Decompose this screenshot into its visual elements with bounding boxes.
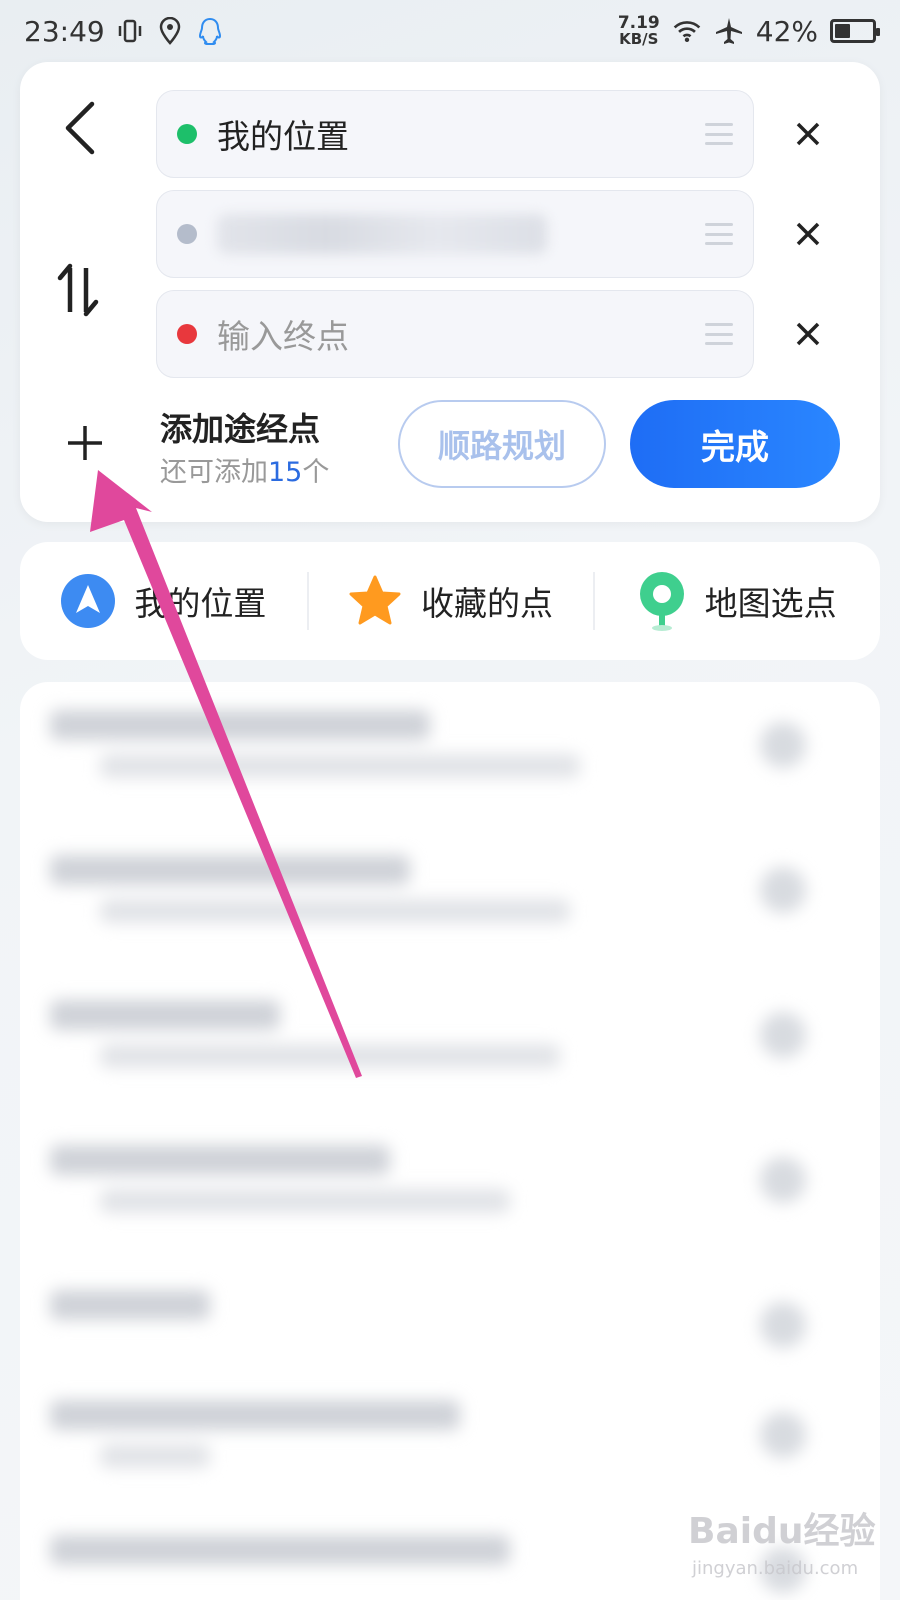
waypoint-via-field[interactable] bbox=[156, 190, 754, 278]
close-icon bbox=[796, 122, 820, 146]
airplane-icon bbox=[714, 16, 744, 46]
waypoint-start-field[interactable]: 我的位置 bbox=[156, 90, 754, 178]
history-item[interactable] bbox=[20, 982, 880, 1092]
remove-end-button[interactable] bbox=[788, 314, 828, 354]
remove-via-button[interactable] bbox=[788, 214, 828, 254]
location-icon bbox=[155, 16, 185, 46]
wifi-icon bbox=[672, 16, 702, 46]
close-icon bbox=[796, 222, 820, 246]
end-input-placeholder: 输入终点 bbox=[217, 317, 349, 356]
drag-handle-icon[interactable] bbox=[705, 223, 733, 245]
watermark: Baidu经验 jingyan.baidu.com bbox=[688, 1511, 876, 1579]
quick-pick-favorites[interactable]: 收藏的点 bbox=[306, 542, 594, 660]
star-icon bbox=[349, 575, 401, 625]
history-item[interactable] bbox=[20, 1272, 880, 1382]
drag-handle-icon[interactable] bbox=[705, 123, 733, 145]
drag-handle-icon[interactable] bbox=[705, 323, 733, 345]
battery-icon bbox=[830, 19, 880, 43]
chevron-left-icon bbox=[65, 101, 95, 155]
add-waypoint-remaining: 还可添加15个 bbox=[160, 457, 330, 488]
add-waypoint-title: 添加途经点 bbox=[160, 410, 321, 448]
history-item[interactable] bbox=[20, 1127, 880, 1237]
quick-pick-my-location[interactable]: 我的位置 bbox=[20, 542, 307, 660]
battery-percent: 42% bbox=[755, 14, 818, 48]
history-item[interactable] bbox=[20, 1382, 880, 1492]
vibrate-icon bbox=[115, 16, 145, 46]
quick-pick-bar: 我的位置 收藏的点 地图选点 bbox=[20, 542, 880, 660]
net-speed: 7.19 KB/S bbox=[617, 13, 660, 48]
done-button[interactable]: 完成 bbox=[630, 400, 840, 488]
plus-icon bbox=[68, 426, 102, 460]
swap-button[interactable] bbox=[56, 262, 104, 318]
add-waypoint-button[interactable]: 添加途经点 还可添加15个 bbox=[60, 400, 420, 490]
quick-pick-map-select[interactable]: 地图选点 bbox=[593, 542, 880, 660]
end-dot bbox=[177, 324, 197, 344]
status-bar: 23:49 7.19 KB/S 42% bbox=[0, 0, 900, 62]
waypoint-end-field[interactable]: 输入终点 bbox=[156, 290, 754, 378]
back-button[interactable] bbox=[58, 98, 102, 158]
close-icon bbox=[796, 322, 820, 346]
swap-vertical-icon bbox=[57, 263, 99, 317]
status-time: 23:49 bbox=[24, 14, 105, 48]
history-item[interactable] bbox=[20, 837, 880, 947]
blurred-via-text bbox=[217, 214, 547, 254]
along-route-plan-button[interactable]: 顺路规划 bbox=[398, 400, 606, 488]
remove-start-button[interactable] bbox=[788, 114, 828, 154]
history-list bbox=[20, 682, 880, 1600]
navigation-arrow-icon bbox=[61, 574, 116, 628]
start-location-text: 我的位置 bbox=[217, 117, 349, 156]
route-card: 我的位置 输入终点 添加途经点 还可添加15个 顺路规划 完成 bbox=[20, 62, 880, 522]
qq-icon bbox=[195, 16, 225, 46]
start-dot bbox=[177, 124, 197, 144]
battery-level bbox=[835, 24, 851, 38]
map-pin-icon bbox=[639, 572, 684, 631]
history-item[interactable] bbox=[20, 692, 880, 802]
via-dot bbox=[177, 224, 197, 244]
